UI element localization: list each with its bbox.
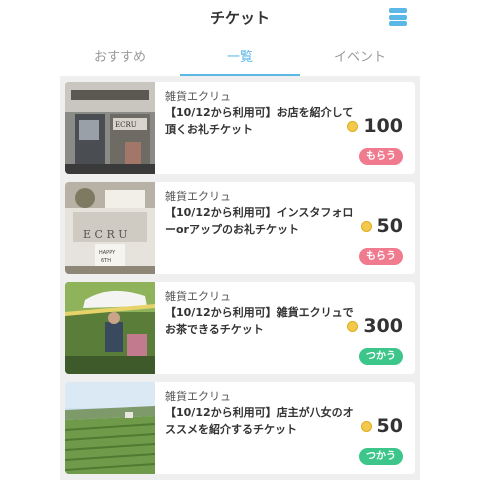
coin-icon bbox=[360, 420, 372, 432]
svg-text:ECRU: ECRU bbox=[115, 121, 137, 129]
coin-icon bbox=[347, 320, 359, 332]
use-button[interactable]: つかう bbox=[359, 348, 403, 365]
shop-interior-photo: E C R U HAPPY 6TH bbox=[65, 182, 155, 274]
ticket-card[interactable]: 雑貨エクリュ 【10/12から利用可】店主が八女のオススメを紹介するチケット 5… bbox=[65, 382, 415, 474]
ticket-list: ECRU 雑貨エクリュ 【10/12から利用可】お店を紹介して頂くお礼チケット … bbox=[60, 76, 420, 480]
shop-name: 雑貨エクリュ bbox=[165, 290, 231, 303]
shop-storefront-photo: ECRU bbox=[65, 82, 155, 174]
page-title: チケット bbox=[209, 9, 270, 27]
shop-name: 雑貨エクリュ bbox=[165, 390, 231, 403]
ticket-points: 100 bbox=[347, 115, 403, 137]
points-value: 50 bbox=[376, 415, 403, 437]
shop-name: 雑貨エクリュ bbox=[165, 190, 231, 203]
tab-recommended[interactable]: おすすめ bbox=[60, 44, 180, 76]
use-button[interactable]: つかう bbox=[359, 448, 403, 465]
ticket-card[interactable]: 雑貨エクリュ 【10/12から利用可】雑貨エクリュでお茶できるチケット 300 … bbox=[65, 282, 415, 374]
tab-bar: おすすめ 一覧 イベント bbox=[60, 44, 420, 76]
ticket-card[interactable]: E C R U HAPPY 6TH 雑貨エクリュ 【10/12から利用可】インス… bbox=[65, 182, 415, 274]
coin-icon bbox=[360, 220, 372, 232]
svg-text:E C R U: E C R U bbox=[83, 228, 128, 241]
points-value: 50 bbox=[376, 215, 403, 237]
app-header: チケット bbox=[0, 0, 480, 36]
ticket-points: 50 bbox=[360, 415, 403, 437]
menu-icon[interactable] bbox=[389, 8, 407, 26]
ticket-title: 【10/12から利用可】インスタフォローorアップのお礼チケット bbox=[165, 206, 354, 236]
ticket-title: 【10/12から利用可】お店を紹介して頂くお礼チケット bbox=[165, 106, 354, 136]
ticket-title: 【10/12から利用可】店主が八女のオススメを紹介するチケット bbox=[165, 406, 354, 436]
get-button[interactable]: もらう bbox=[359, 148, 403, 165]
tab-list[interactable]: 一覧 bbox=[180, 44, 300, 76]
ticket-title: 【10/12から利用可】雑貨エクリュでお茶できるチケット bbox=[165, 306, 354, 336]
tab-events[interactable]: イベント bbox=[300, 44, 420, 76]
coin-icon bbox=[347, 120, 359, 132]
ticket-card[interactable]: ECRU 雑貨エクリュ 【10/12から利用可】お店を紹介して頂くお礼チケット … bbox=[65, 82, 415, 174]
ticket-points: 50 bbox=[360, 215, 403, 237]
svg-text:HAPPY: HAPPY bbox=[99, 250, 116, 256]
get-button[interactable]: もらう bbox=[359, 248, 403, 265]
shop-name: 雑貨エクリュ bbox=[165, 90, 231, 103]
points-value: 100 bbox=[363, 115, 403, 137]
garden-tea-photo bbox=[65, 282, 155, 374]
ticket-points: 300 bbox=[347, 315, 403, 337]
svg-text:6TH: 6TH bbox=[101, 258, 111, 264]
points-value: 300 bbox=[363, 315, 403, 337]
tea-field-photo bbox=[65, 382, 155, 474]
